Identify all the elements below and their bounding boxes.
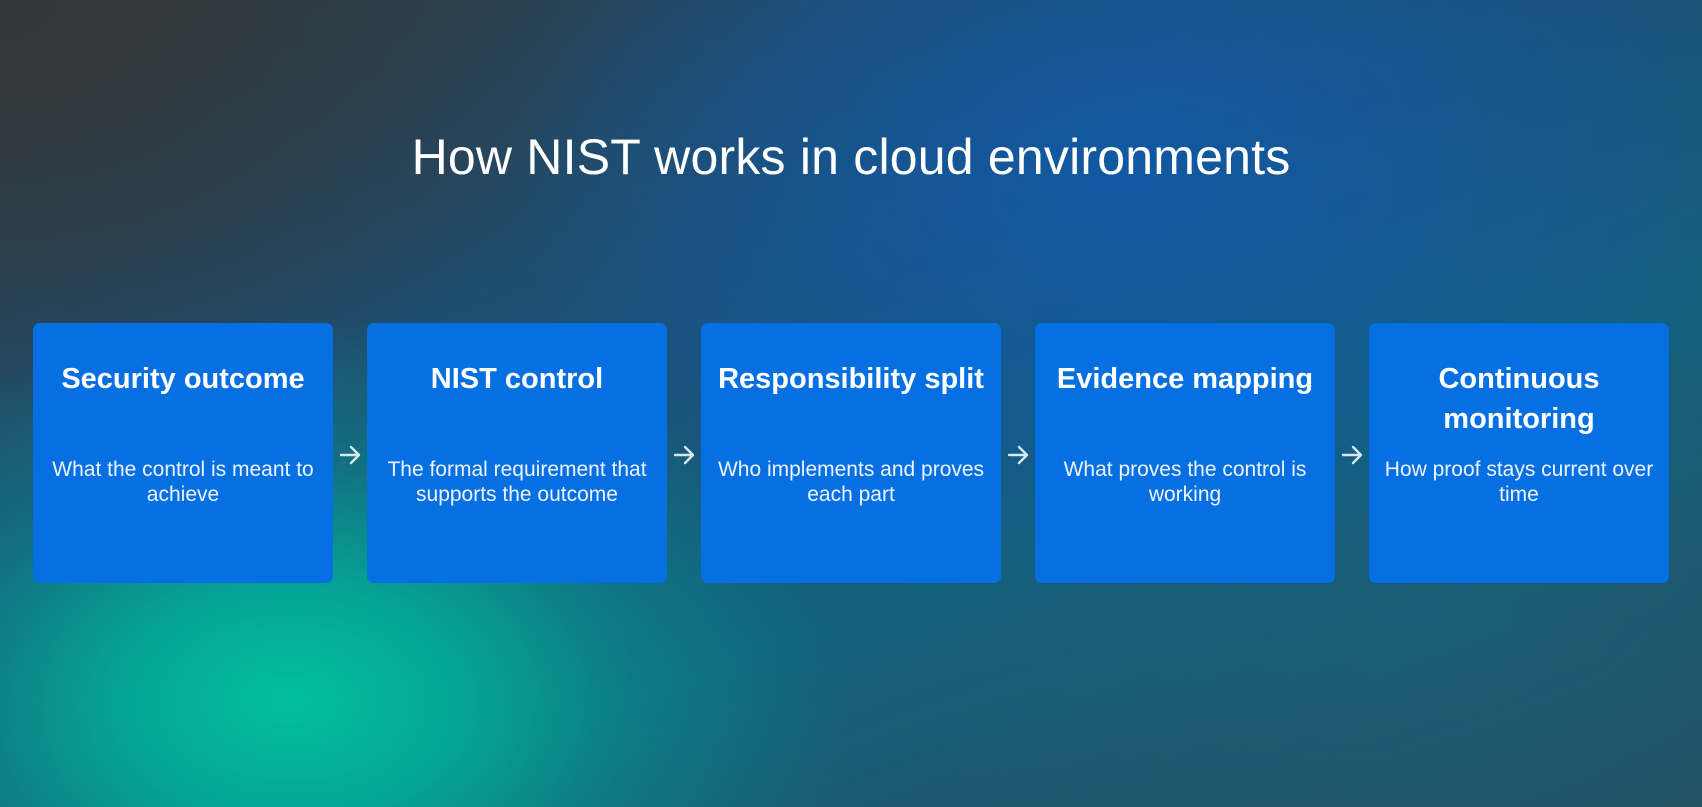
step-card-continuous-monitoring: Continuous monitoring How proof stays cu… <box>1369 323 1669 583</box>
step-description: The formal requirement that supports the… <box>387 458 647 506</box>
arrow-right-icon <box>1335 440 1369 470</box>
step-description: Who implements and proves each part <box>717 458 985 506</box>
step-description: What proves the control is working <box>1063 458 1307 506</box>
step-title: NIST control <box>430 363 604 395</box>
step-title: Continuous monitoring <box>1438 363 1600 435</box>
step-card-nist-control: NIST control The formal requirement that… <box>367 323 667 583</box>
step-card-security-outcome: Security outcome What the control is mea… <box>33 323 333 583</box>
step-card-responsibility-split: Responsibility split Who implements and … <box>701 323 1001 583</box>
step-title: Evidence mapping <box>1056 363 1314 395</box>
arrow-right-icon <box>667 440 701 470</box>
arrow-right-icon <box>1001 440 1035 470</box>
step-title: Security outcome <box>61 363 305 395</box>
page-title: How NIST works in cloud environments <box>411 129 1291 185</box>
step-description: How proof stays current over time <box>1384 458 1654 506</box>
step-card-evidence-mapping: Evidence mapping What proves the control… <box>1035 323 1335 583</box>
step-description: What the control is meant to achieve <box>52 458 314 506</box>
process-flow: Security outcome What the control is mea… <box>33 323 1669 583</box>
step-title: Responsibility split <box>718 363 984 395</box>
arrow-right-icon <box>333 440 367 470</box>
